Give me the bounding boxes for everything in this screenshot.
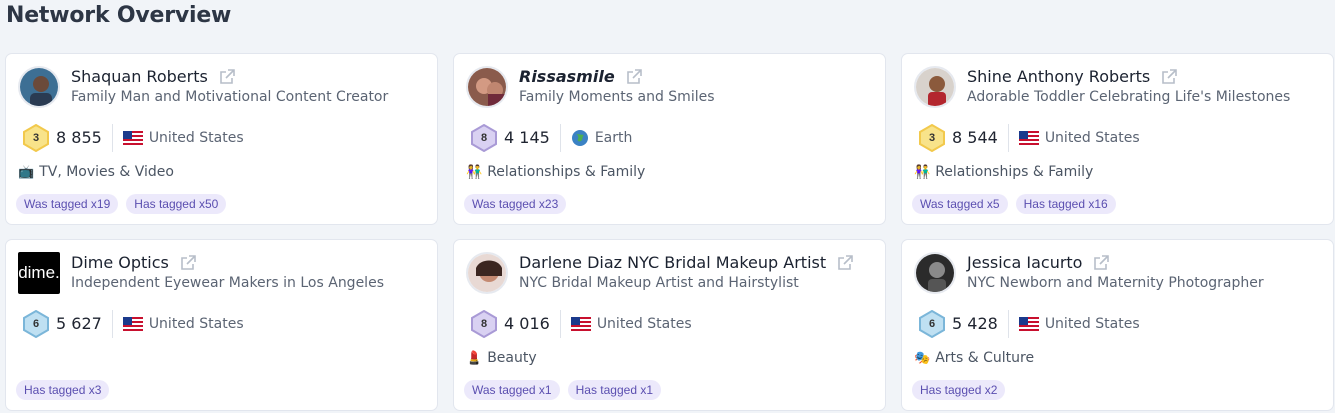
avatar-logo-text: dime. (18, 263, 60, 282)
profile-description: Family Moments and Smiles (519, 89, 715, 105)
us-flag-icon (1018, 131, 1039, 145)
audience-count: 4 016 (504, 310, 561, 338)
location-label: United States (148, 130, 244, 146)
category-label: Relationships & Family (935, 164, 1094, 180)
avatar[interactable]: dime. (18, 252, 60, 294)
location-label: United States (1044, 316, 1140, 332)
avatar[interactable] (914, 66, 956, 108)
profile-card[interactable]: Shine Anthony Roberts Adorable Toddler C… (901, 53, 1334, 225)
profile-description: Independent Eyewear Makers in Los Angele… (71, 275, 384, 291)
external-link-icon[interactable] (1092, 254, 1110, 272)
profile-name[interactable]: Rissasmile (519, 67, 615, 86)
location-label: Earth (594, 130, 633, 146)
profile-description: Adorable Toddler Celebrating Life's Mile… (967, 89, 1291, 105)
family-icon: 👫 (466, 164, 483, 180)
tag-badge[interactable]: Was tagged x1 (464, 380, 560, 400)
us-flag-icon (122, 131, 143, 145)
tag-badge[interactable]: Has tagged x50 (126, 194, 227, 214)
us-flag-icon (122, 317, 143, 331)
level-badge-icon: 6 (22, 309, 50, 339)
level-badge-icon: 3 (22, 123, 50, 153)
tag-badge[interactable]: Was tagged x23 (464, 194, 567, 214)
tag-badge[interactable]: Was tagged x5 (912, 194, 1008, 214)
level-number: 3 (32, 132, 40, 144)
network-grid: Shaquan Roberts Family Man and Motivatio… (5, 53, 1334, 411)
profile-card[interactable]: Shaquan Roberts Family Man and Motivatio… (5, 53, 438, 225)
profile-card[interactable]: Darlene Diaz NYC Bridal Makeup Artist NY… (453, 239, 886, 411)
category-label: Relationships & Family (487, 164, 646, 180)
external-link-icon[interactable] (836, 254, 854, 272)
category-label: TV, Movies & Video (39, 164, 174, 180)
profile-name[interactable]: Dime Optics (71, 253, 169, 272)
tag-badge[interactable]: Has tagged x16 (1015, 194, 1116, 214)
avatar[interactable] (18, 66, 60, 108)
profile-name[interactable]: Shaquan Roberts (71, 67, 208, 86)
profile-description: Family Man and Motivational Content Crea… (71, 89, 389, 105)
location-label: United States (148, 316, 244, 332)
level-number: 6 (32, 318, 40, 330)
profile-description: NYC Bridal Makeup Artist and Hairstylist (519, 275, 799, 291)
audience-count: 4 145 (504, 124, 561, 152)
location-label: United States (1044, 130, 1140, 146)
profile-card[interactable]: Rissasmile Family Moments and Smiles 8 4… (453, 53, 886, 225)
location-label: United States (596, 316, 692, 332)
tag-badge[interactable]: Has tagged x3 (16, 380, 110, 400)
avatar[interactable] (466, 66, 508, 108)
profile-card[interactable]: dime. Dime Optics Independent Eyewear Ma… (5, 239, 438, 411)
audience-count: 8 855 (56, 124, 113, 152)
external-link-icon[interactable] (179, 254, 197, 272)
us-flag-icon (1018, 317, 1039, 331)
tag-badge[interactable]: Has tagged x2 (912, 380, 1006, 400)
level-badge-icon: 8 (470, 123, 498, 153)
tag-badge[interactable]: Was tagged x19 (16, 194, 119, 214)
level-number: 3 (928, 132, 936, 144)
profile-name[interactable]: Darlene Diaz NYC Bridal Makeup Artist (519, 253, 826, 272)
level-number: 8 (480, 132, 488, 144)
page-title: Network Overview (6, 3, 232, 28)
level-number: 6 (928, 318, 936, 330)
us-flag-icon (570, 317, 591, 331)
audience-count: 5 428 (952, 310, 1009, 338)
profile-card[interactable]: Jessica Iacurto NYC Newborn and Maternit… (901, 239, 1334, 411)
level-badge-icon: 6 (918, 309, 946, 339)
external-link-icon[interactable] (1160, 68, 1178, 86)
avatar[interactable] (914, 252, 956, 294)
profile-name[interactable]: Shine Anthony Roberts (967, 67, 1150, 86)
globe-icon (571, 130, 588, 146)
level-badge-icon: 8 (470, 309, 498, 339)
audience-count: 8 544 (952, 124, 1009, 152)
profile-description: NYC Newborn and Maternity Photographer (967, 275, 1264, 291)
category-label: Arts & Culture (935, 350, 1035, 366)
external-link-icon[interactable] (218, 68, 236, 86)
tv-icon: 📺 (18, 164, 35, 180)
level-number: 8 (480, 318, 488, 330)
audience-count: 5 627 (56, 310, 113, 338)
category-label: Beauty (487, 350, 537, 366)
tag-badge[interactable]: Has tagged x1 (567, 380, 661, 400)
lipstick-icon: 💄 (466, 350, 483, 366)
family-icon: 👫 (914, 164, 931, 180)
level-badge-icon: 3 (918, 123, 946, 153)
external-link-icon[interactable] (625, 68, 643, 86)
theater-masks-icon: 🎭 (914, 350, 931, 366)
profile-name[interactable]: Jessica Iacurto (967, 253, 1082, 272)
avatar[interactable] (466, 252, 508, 294)
